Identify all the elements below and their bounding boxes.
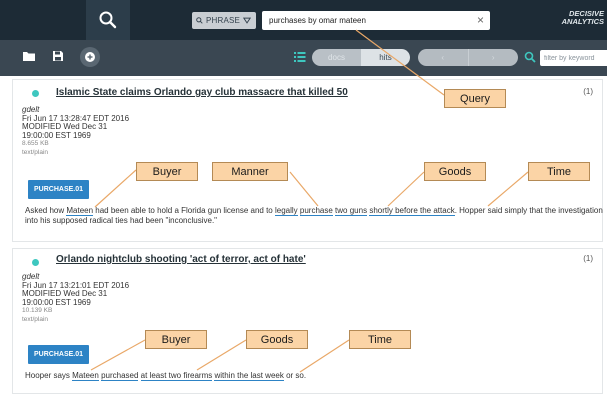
buyer-span[interactable]: Mateen xyxy=(72,371,99,381)
next-button[interactable]: › xyxy=(467,49,519,66)
result-title-link[interactable]: Orlando nightclub shooting 'act of terro… xyxy=(56,254,306,265)
query-field: × xyxy=(262,11,490,30)
add-circle-icon[interactable] xyxy=(80,47,100,67)
hit-count: (1) xyxy=(583,87,593,96)
result-metadata: gdelt Fri Jun 17 13:28:47 EDT 2016 MODIF… xyxy=(22,105,129,158)
query-callout: Query xyxy=(444,89,506,108)
result-snippet: Asked how Mateen had been able to hold a… xyxy=(25,206,605,226)
app-window: PHRASE × DECISIVE ANALYTICS xyxy=(0,0,607,395)
snippet-text: or so. xyxy=(283,371,307,380)
goods-span[interactable]: at least two firearms xyxy=(140,371,213,381)
pager: ‹ › xyxy=(418,49,518,66)
brand-logo: DECISIVE ANALYTICS xyxy=(546,10,604,32)
modified-time-label: 19:00:00 EST 1969 xyxy=(22,130,91,140)
toolbar: docs hits ‹ › xyxy=(0,40,607,76)
list-icon[interactable] xyxy=(294,51,306,63)
search-mode-label: PHRASE xyxy=(206,16,241,25)
manner-span[interactable]: legally xyxy=(274,206,298,216)
folder-icon[interactable] xyxy=(22,50,36,62)
result-metadata: gdelt Fri Jun 17 13:21:01 EDT 2016 MODIF… xyxy=(22,272,129,325)
status-dot-icon xyxy=(32,259,39,266)
buyer-span[interactable]: Mateen xyxy=(66,206,94,216)
result-title-link[interactable]: Islamic State claims Orlando gay club ma… xyxy=(56,87,348,98)
save-icon[interactable] xyxy=(52,50,64,62)
time-callout: Time xyxy=(349,330,411,349)
status-dot-icon xyxy=(32,90,39,97)
toggle-hits[interactable]: hits xyxy=(361,49,410,66)
search-small-icon xyxy=(196,17,203,24)
size-label: 10.139 KB xyxy=(22,307,53,315)
modified-time-label: 19:00:00 EST 1969 xyxy=(22,297,91,307)
view-toggle: docs hits xyxy=(312,49,410,66)
event-badge[interactable]: PURCHASE.01 xyxy=(28,345,90,364)
logo-line-2: ANALYTICS xyxy=(561,17,604,26)
purchase-span[interactable]: purchase xyxy=(299,206,333,216)
buyer-callout: Buyer xyxy=(145,330,207,349)
filter-search-icon[interactable] xyxy=(524,51,536,63)
query-input[interactable] xyxy=(269,16,459,25)
manner-callout: Manner xyxy=(212,162,288,181)
time-span[interactable]: within the last week xyxy=(214,371,284,381)
time-callout: Time xyxy=(528,162,590,181)
size-label: 8.655 KB xyxy=(22,140,49,148)
triangle-down-icon xyxy=(243,17,252,24)
result-card: Orlando nightclub shooting 'act of terro… xyxy=(12,248,603,394)
filter-input[interactable] xyxy=(544,54,606,62)
snippet-text: Asked how xyxy=(25,206,67,215)
toggle-docs[interactable]: docs xyxy=(312,49,361,66)
event-badge[interactable]: PURCHASE.01 xyxy=(28,180,90,199)
buyer-callout: Buyer xyxy=(136,162,198,181)
mime-label: text/plain xyxy=(22,315,49,323)
top-search-bar: PHRASE × DECISIVE ANALYTICS xyxy=(0,0,607,40)
goods-callout: Goods xyxy=(246,330,308,349)
result-card: Islamic State claims Orlando gay club ma… xyxy=(12,79,603,242)
snippet-text: had been able to hold a Florida gun lice… xyxy=(93,206,275,215)
result-snippet: Hooper says Mateen purchased at least tw… xyxy=(25,371,605,381)
search-mode-select[interactable]: PHRASE xyxy=(192,12,256,29)
purchase-span[interactable]: purchased xyxy=(101,371,139,381)
search-button[interactable] xyxy=(86,0,130,40)
clear-icon[interactable]: × xyxy=(477,14,484,26)
snippet-text: Hooper says xyxy=(25,371,73,380)
goods-span[interactable]: two guns xyxy=(335,206,368,216)
search-icon xyxy=(99,11,117,29)
mime-label: text/plain xyxy=(22,148,49,156)
prev-button[interactable]: ‹ xyxy=(418,49,468,66)
time-span[interactable]: shortly before the attack xyxy=(369,206,455,216)
filter-field xyxy=(540,50,607,66)
hit-count: (1) xyxy=(583,254,593,263)
goods-callout: Goods xyxy=(424,162,486,181)
